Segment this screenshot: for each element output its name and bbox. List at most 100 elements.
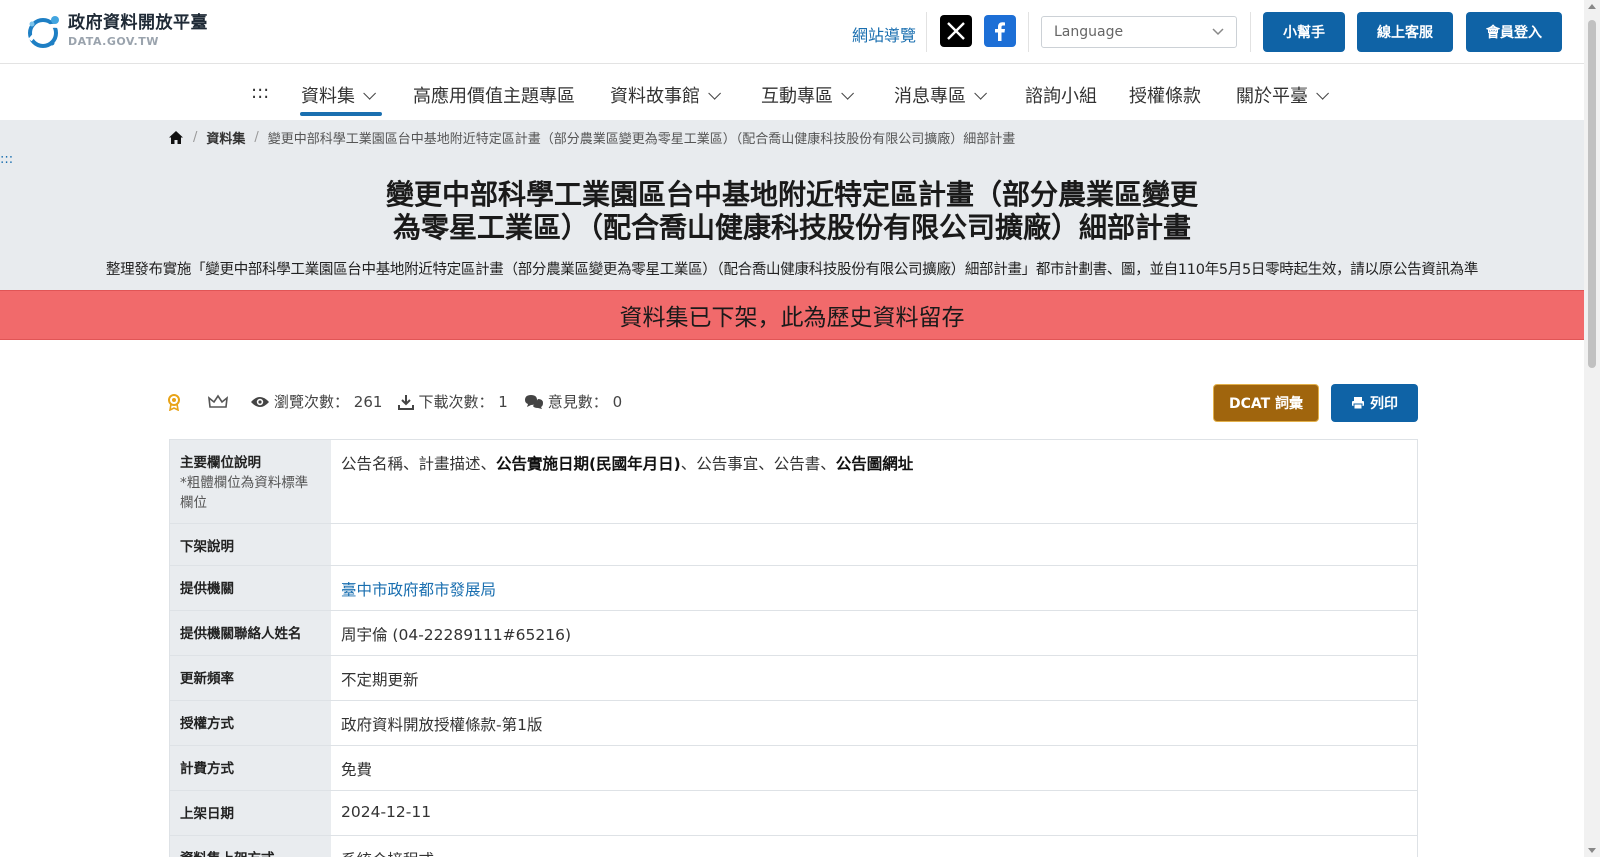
- nav-item-license[interactable]: 授權條款: [1129, 82, 1201, 108]
- table-row-label: 提供機關: [170, 566, 331, 610]
- language-select-value: Language: [1054, 24, 1124, 40]
- nav-item-label: 關於平臺: [1236, 86, 1308, 107]
- member-login-button[interactable]: 會員登入: [1466, 12, 1562, 52]
- logo-subtitle: DATA.GOV.TW: [68, 35, 159, 48]
- downloads-label: 下載次數：: [418, 393, 494, 411]
- dataset-info-table: 主要欄位說明 *粗體欄位為資料標準欄位 公告名稱、計畫描述、公告實施日期(民國年…: [169, 439, 1418, 857]
- helper-button[interactable]: 小幫手: [1263, 12, 1345, 52]
- sitemap-link[interactable]: 網站導覽: [852, 22, 916, 46]
- site-header: 政府資料開放平臺 DATA.GOV.TW 網站導覽 Language 小幫手 線…: [0, 0, 1584, 64]
- facebook-icon[interactable]: [984, 15, 1016, 47]
- nav-item-label: 資料故事館: [610, 86, 700, 107]
- page-title-line-1: 變更中部科學工業園區台中基地附近特定區計畫（部分農業區變更: [385, 178, 1198, 211]
- nav-active-indicator: [300, 112, 382, 116]
- home-icon[interactable]: [168, 130, 184, 145]
- table-row: 下架說明: [170, 524, 1417, 566]
- content-accesskey[interactable]: :::: [0, 152, 13, 167]
- crown-icon: [208, 394, 232, 410]
- standard-fields-note: *粗體欄位為資料標準欄位: [180, 475, 309, 511]
- divider: [926, 12, 927, 52]
- table-row: 更新頻率 不定期更新: [170, 656, 1417, 701]
- nav-item-datasets[interactable]: 資料集: [301, 82, 376, 108]
- nav-item-news[interactable]: 消息專區: [894, 82, 987, 108]
- nav-item-label: 諮詢小組: [1025, 86, 1097, 107]
- table-row-label: 下架說明: [170, 524, 331, 565]
- views-label: 瀏覽次數：: [274, 393, 350, 411]
- table-row-label: 提供機關聯絡人姓名: [170, 611, 331, 655]
- table-row-label: 主要欄位說明 *粗體欄位為資料標準欄位: [170, 440, 331, 523]
- print-button[interactable]: 列印: [1331, 384, 1418, 422]
- chevron-down-icon: [1316, 86, 1329, 100]
- online-support-button[interactable]: 線上客服: [1357, 12, 1453, 52]
- table-row-value: 不定期更新: [341, 671, 419, 689]
- breadcrumb-datasets[interactable]: 資料集: [206, 128, 245, 147]
- table-row: 授權方式 政府資料開放授權條款-第1版: [170, 701, 1417, 746]
- logo-title: 政府資料開放平臺: [68, 13, 208, 33]
- table-row-value: 政府資料開放授權條款-第1版: [341, 716, 543, 734]
- nav-item-label: 消息專區: [894, 86, 966, 107]
- download-icon: [398, 394, 415, 410]
- table-row: 資料集上架方式 系統介接程式: [170, 836, 1417, 857]
- table-row: 提供機關聯絡人姓名 周宇倫 (04-22289111#65216): [170, 611, 1417, 656]
- main-fields-value: 公告名稱、計畫描述、公告實施日期(民國年月日)、公告事宜、公告書、公告圖網址: [341, 455, 914, 473]
- page-scrollbar[interactable]: [1584, 0, 1600, 857]
- page-title-line-2: 為零星工業區）（配合喬山健康科技股份有限公司擴廠）細部計畫: [392, 211, 1191, 244]
- page-title: 變更中部科學工業園區台中基地附近特定區計畫（部分農業區變更 為零星工業區）（配合…: [0, 178, 1584, 244]
- comments-icon: [524, 394, 543, 409]
- nav-item-label: 高應用價值主題專區: [413, 86, 575, 107]
- table-row: 提供機關 臺中市政府都市發展局: [170, 566, 1417, 611]
- print-label: 列印: [1370, 396, 1398, 412]
- table-row: 上架日期 2024-12-11: [170, 791, 1417, 836]
- site-logo[interactable]: 政府資料開放平臺 DATA.GOV.TW: [22, 10, 208, 52]
- scroll-down-icon[interactable]: [1588, 848, 1596, 853]
- table-row-label: 資料集上架方式: [170, 836, 331, 857]
- downloads-count: 1: [498, 392, 508, 411]
- main-nav: ::: 資料集 高應用價值主題專區 資料故事館 互動專區 消息專區 諮詢小組 授…: [0, 64, 1584, 120]
- quality-badge-icon: [166, 393, 186, 411]
- table-row-label: 更新頻率: [170, 656, 331, 700]
- views-stat: 瀏覽次數： 261: [250, 391, 382, 412]
- comments-label: 意見數：: [547, 393, 608, 411]
- scroll-up-icon[interactable]: [1588, 4, 1596, 9]
- scrollbar-thumb[interactable]: [1588, 20, 1596, 368]
- dataset-hero: / 資料集 / 變更中部科學工業園區台中基地附近特定區計畫（部分農業區變更為零星…: [0, 120, 1584, 290]
- logo-icon: [28, 16, 59, 48]
- dataset-stats: 瀏覽次數： 261 下載次數： 1 意見數： 0: [166, 391, 638, 412]
- divider: [1028, 12, 1029, 52]
- x-twitter-icon[interactable]: [940, 15, 972, 47]
- chevron-down-icon: [841, 86, 854, 100]
- nav-item-high-value-topics[interactable]: 高應用價值主題專區: [413, 82, 575, 108]
- comments-count: 0: [612, 392, 623, 411]
- nav-accesskey[interactable]: :::: [251, 82, 269, 103]
- chevron-down-icon: [363, 86, 376, 100]
- nav-item-label: 互動專區: [761, 86, 833, 107]
- chevron-down-icon: [1212, 28, 1224, 36]
- table-row-value: 免費: [341, 761, 373, 779]
- provider-agency-link[interactable]: 臺中市政府都市發展局: [341, 581, 496, 599]
- nav-item-advisory-group[interactable]: 諮詢小組: [1025, 82, 1097, 108]
- chevron-down-icon: [974, 86, 987, 100]
- table-row-value: 周宇倫 (04-22289111#65216): [341, 626, 572, 644]
- dcat-vocabulary-button[interactable]: DCAT 詞彙: [1213, 384, 1319, 422]
- chevron-down-icon: [708, 86, 721, 100]
- dataset-description: 整理發布實施「變更中部科學工業園區台中基地附近特定區計畫（部分農業區變更為零星工…: [105, 262, 1479, 278]
- nav-item-about[interactable]: 關於平臺: [1236, 82, 1329, 108]
- divider: [1250, 12, 1251, 52]
- table-row-value: 2024-12-11: [341, 803, 432, 821]
- table-row: 計費方式 免費: [170, 746, 1417, 791]
- nav-item-label: 授權條款: [1129, 86, 1201, 107]
- language-select[interactable]: Language: [1041, 16, 1237, 48]
- comments-stat: 意見數： 0: [524, 391, 622, 412]
- table-row: 主要欄位說明 *粗體欄位為資料標準欄位 公告名稱、計畫描述、公告實施日期(民國年…: [170, 440, 1417, 524]
- table-row-value: 系統介接程式: [331, 836, 1417, 857]
- printer-icon: [1352, 397, 1364, 410]
- breadcrumb-current: 變更中部科學工業園區台中基地附近特定區計畫（部分農業區變更為零星工業區）（配合喬…: [267, 132, 1016, 147]
- delisted-alert: 資料集已下架，此為歷史資料留存: [0, 290, 1584, 340]
- nav-item-label: 資料集: [301, 86, 355, 107]
- nav-item-data-stories[interactable]: 資料故事館: [610, 82, 721, 108]
- views-count: 261: [353, 392, 383, 411]
- table-row-label: 授權方式: [170, 701, 331, 745]
- eye-icon: [251, 396, 269, 407]
- nav-item-interactive[interactable]: 互動專區: [761, 82, 854, 108]
- table-row-label: 上架日期: [170, 791, 331, 835]
